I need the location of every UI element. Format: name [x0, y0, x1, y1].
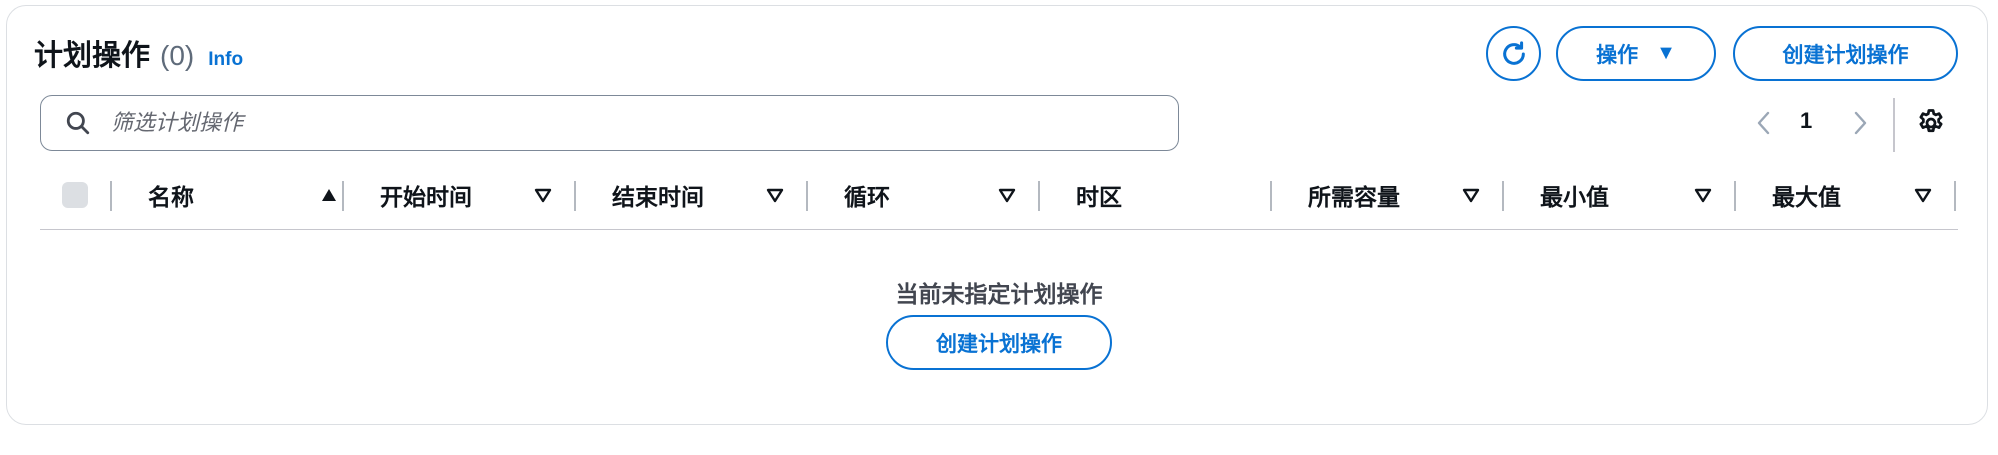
search-filter — [40, 95, 1179, 151]
refresh-button[interactable] — [1486, 26, 1541, 81]
page-title: 计划操作 — [34, 40, 151, 72]
current-page-number[interactable]: 1 — [1800, 108, 1812, 134]
column-header-end-time[interactable]: 结束时间 — [612, 178, 824, 212]
column-divider — [574, 181, 576, 211]
gear-icon[interactable] — [1916, 108, 1946, 138]
sort-icon — [1462, 188, 1480, 203]
column-divider — [1734, 181, 1736, 211]
search-icon — [66, 111, 90, 135]
column-divider — [1270, 181, 1272, 211]
empty-state-create-button[interactable]: 创建计划操作 — [886, 315, 1112, 370]
next-page-icon[interactable] — [1848, 108, 1872, 138]
previous-page-icon[interactable] — [1752, 108, 1776, 138]
column-divider — [110, 181, 112, 211]
column-header-time-zone: 时区 — [1076, 178, 1288, 212]
column-label: 循环 — [844, 184, 890, 210]
column-label: 结束时间 — [612, 184, 704, 210]
table-header: 名称 开始时间 结束时间 循环 时区 所需容量 最小值 最大值 — [40, 178, 1958, 230]
panel-header: 计划操作 (0) Info — [34, 32, 243, 74]
column-divider — [342, 181, 344, 211]
column-label: 最大值 — [1772, 184, 1841, 210]
caret-down-icon: ▼ — [1656, 42, 1676, 64]
column-label: 开始时间 — [380, 184, 472, 210]
sort-icon — [1694, 188, 1712, 203]
actions-label: 操作 — [1596, 43, 1639, 67]
sort-icon — [998, 188, 1016, 203]
column-label: 时区 — [1076, 184, 1122, 210]
column-label: 名称 — [148, 184, 194, 210]
column-header-name[interactable]: 名称 — [148, 178, 360, 212]
sort-ascending-icon — [322, 189, 336, 201]
column-label: 所需容量 — [1308, 184, 1400, 210]
sort-icon — [534, 188, 552, 203]
create-scheduled-action-button[interactable]: 创建计划操作 — [1733, 26, 1958, 81]
column-header-desired-capacity[interactable]: 所需容量 — [1308, 178, 1520, 212]
sort-icon — [766, 188, 784, 203]
column-label: 最小值 — [1540, 184, 1609, 210]
column-header-start-time[interactable]: 开始时间 — [380, 178, 592, 212]
refresh-icon — [1502, 40, 1525, 65]
search-input[interactable] — [109, 109, 1113, 137]
toolbar-divider — [1893, 98, 1895, 152]
info-link[interactable]: Info — [208, 49, 243, 71]
actions-dropdown-button[interactable]: 操作 ▼ — [1556, 26, 1716, 81]
column-header-recurrence[interactable]: 循环 — [844, 178, 1056, 212]
column-header-min[interactable]: 最小值 — [1540, 178, 1752, 212]
item-count: (0) — [160, 40, 195, 71]
select-all-checkbox[interactable] — [62, 182, 88, 208]
sort-icon — [1914, 188, 1932, 203]
column-divider — [806, 181, 808, 211]
column-header-max[interactable]: 最大值 — [1772, 178, 1984, 212]
column-divider — [1038, 181, 1040, 211]
column-divider — [1502, 181, 1504, 211]
empty-state-message: 当前未指定计划操作 — [895, 281, 1103, 307]
column-divider — [1954, 181, 1956, 211]
